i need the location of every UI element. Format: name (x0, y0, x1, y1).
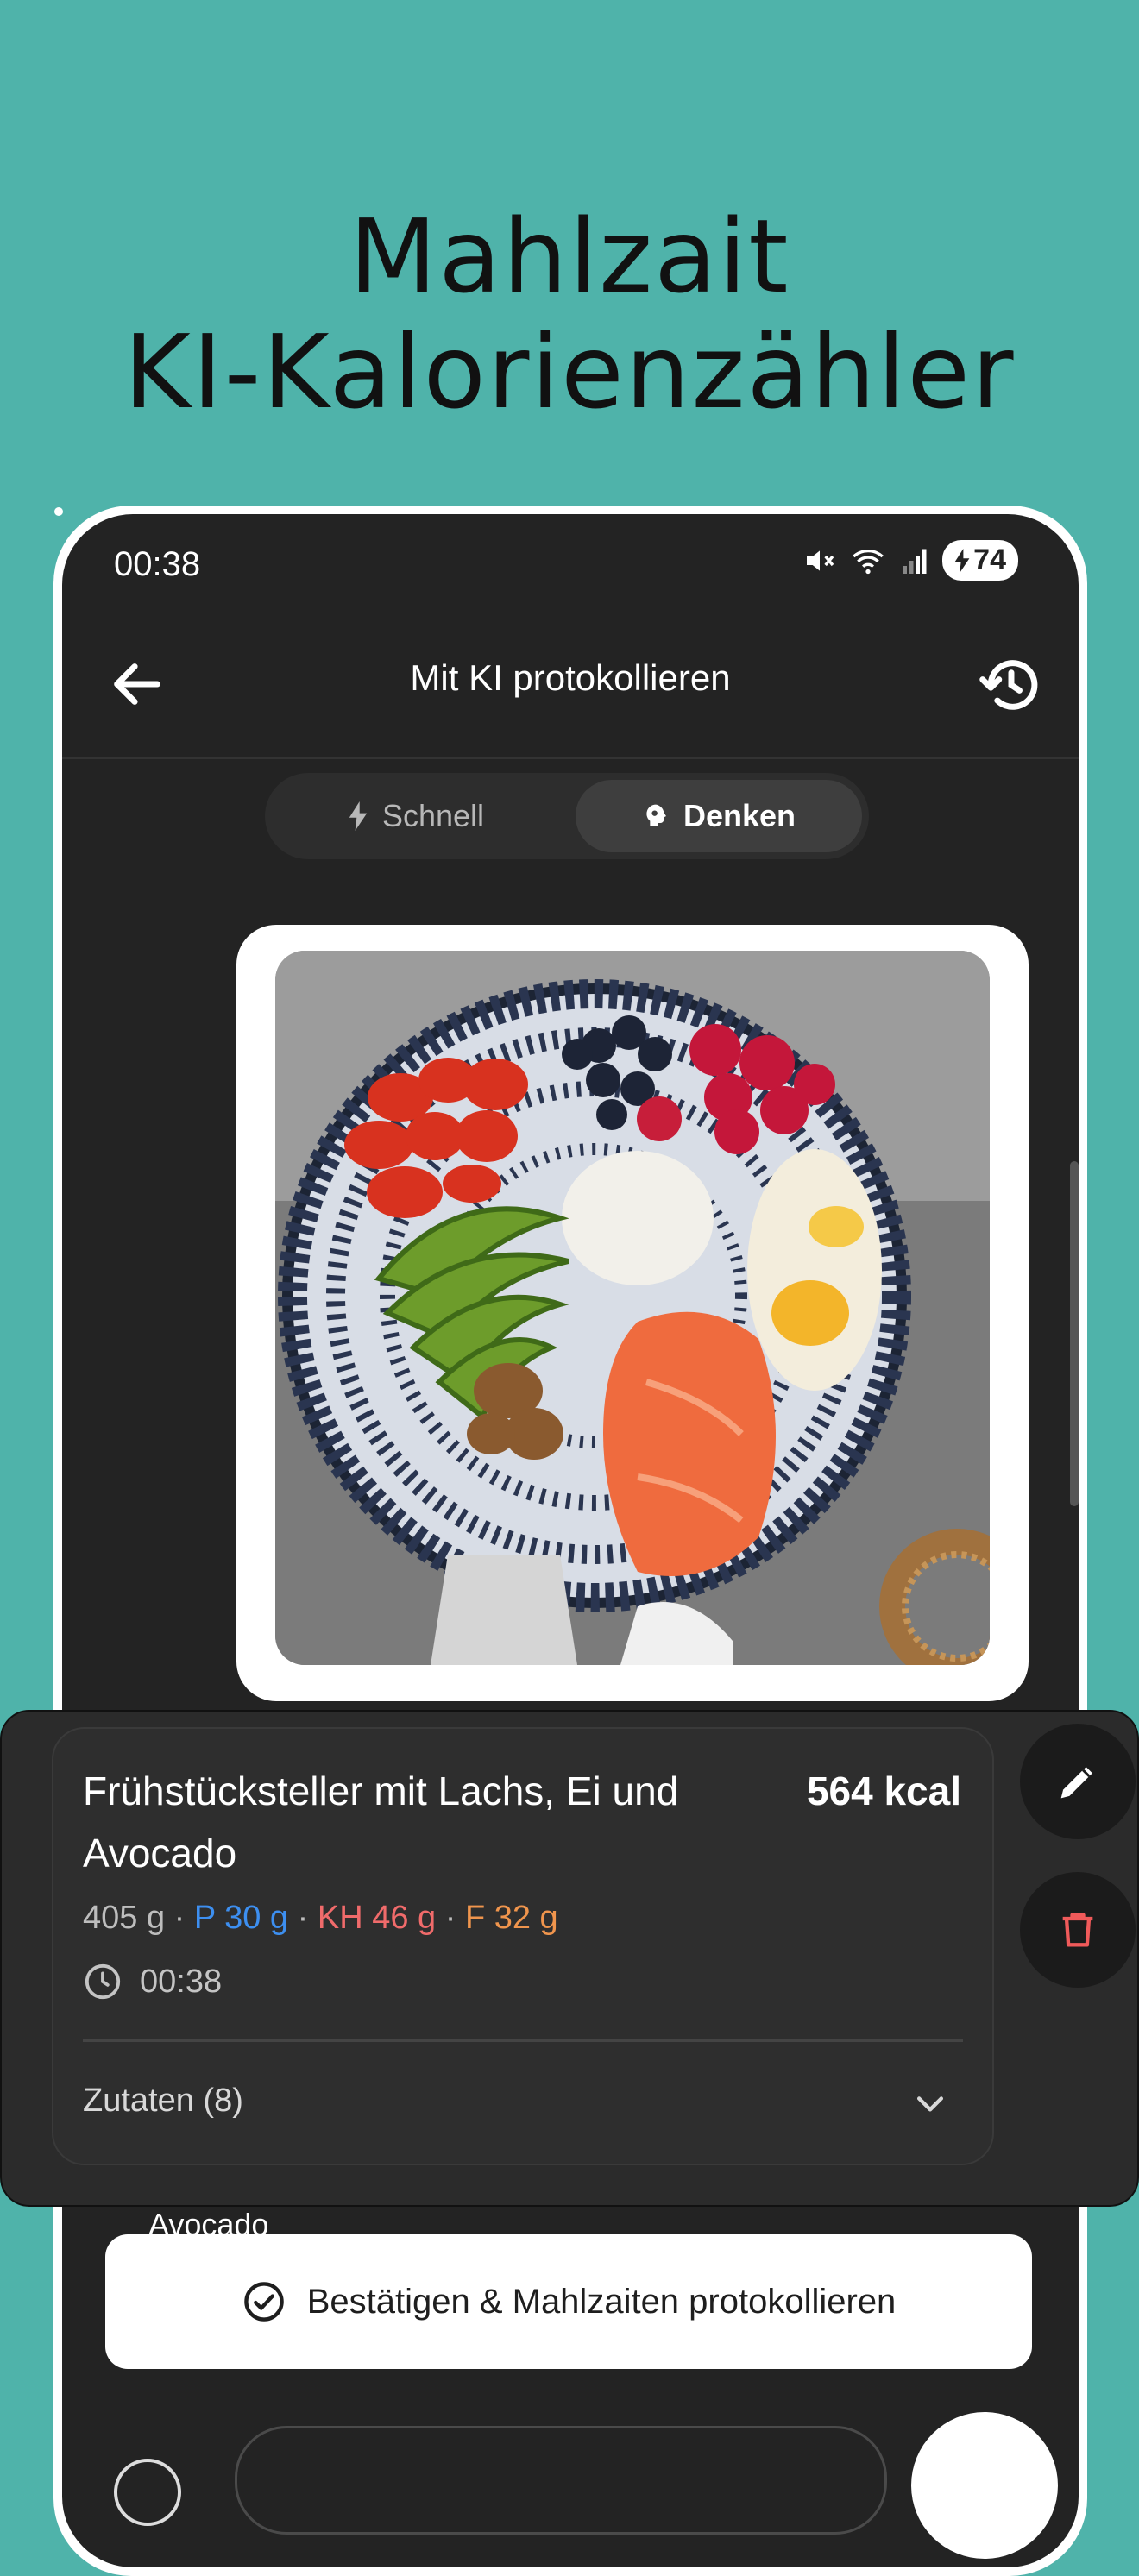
meal-photo-illustration (275, 951, 990, 1665)
meal-result-sheet: Frühstücksteller mit Lachs, Ei und Avoca… (0, 1710, 1139, 2207)
headline: Mahlzait KI-Kalorienzähler (0, 198, 1139, 430)
mode-fast-label: Schnell (381, 798, 485, 833)
headline-line2: KI-Kalorienzähler (123, 312, 1016, 431)
clock-icon (85, 1963, 121, 2000)
ingredients-toggle[interactable]: Zutaten (8) (83, 2083, 243, 2120)
add-icon[interactable] (114, 2459, 181, 2526)
confirm-log-button[interactable]: Bestätigen & Mahlzaiten protokollieren (105, 2234, 1032, 2369)
meal-title: Frühstücksteller mit Lachs, Ei und Avoca… (83, 1769, 679, 1875)
macro-row: 405 g · P 30 g · KH 46 g · F 32 g (83, 1900, 558, 1936)
delete-button[interactable] (1020, 1872, 1136, 1988)
chevron-down-icon[interactable] (911, 2084, 949, 2122)
meal-time: 00:38 (140, 1963, 223, 2000)
signal-icon (903, 549, 927, 574)
mode-toggle: Schnell Denken (265, 773, 869, 859)
headline-line1: Mahlzait (349, 197, 790, 316)
meal-kcal: 564 kcal (806, 1769, 961, 1813)
mode-think-button[interactable]: Denken (576, 780, 862, 852)
mode-fast-button[interactable]: Schnell (274, 780, 558, 852)
macro-fat: F 32 g (464, 1900, 558, 1936)
status-time: 00:38 (114, 545, 201, 583)
brain-icon (646, 804, 666, 826)
decor-dot (54, 507, 63, 516)
history-icon[interactable] (979, 652, 1044, 718)
edit-button[interactable] (1020, 1724, 1136, 1839)
meal-card[interactable]: Frühstücksteller mit Lachs, Ei und Avoca… (52, 1727, 994, 2165)
meal-photo[interactable] (275, 951, 990, 1665)
app-bar: Mit KI protokollieren (62, 609, 1079, 756)
mute-icon (807, 550, 834, 571)
macro-protein: P 30 g (193, 1900, 289, 1936)
meal-photo-card (236, 925, 1029, 1701)
page-title: Mit KI protokollieren (410, 657, 731, 698)
mic-button[interactable] (911, 2412, 1058, 2559)
meal-weight: 405 g (83, 1900, 166, 1936)
bolt-icon (349, 801, 368, 831)
pencil-icon (1060, 1767, 1092, 1799)
status-icons: 74 (802, 540, 1018, 581)
check-circle-icon (243, 2282, 284, 2322)
trash-icon (1062, 1913, 1093, 1947)
scrollbar[interactable] (1070, 1161, 1079, 1506)
confirm-log-label: Bestätigen & Mahlzaiten protokollieren (306, 2282, 897, 2321)
message-input[interactable] (235, 2426, 887, 2535)
mode-think-label: Denken (683, 798, 796, 833)
phone-screen: 00:38 74 Mit KI protokollieren Schnell D… (62, 514, 1079, 2567)
battery-indicator: 74 (942, 540, 1018, 581)
charging-icon (954, 548, 970, 573)
card-divider (83, 2039, 963, 2042)
battery-level: 74 (973, 543, 1006, 576)
app-bar-divider (62, 757, 1079, 759)
macro-carbs: KH 46 g (317, 1900, 437, 1936)
wifi-icon (853, 549, 884, 574)
meal-time-row: 00:38 (83, 1962, 222, 2001)
